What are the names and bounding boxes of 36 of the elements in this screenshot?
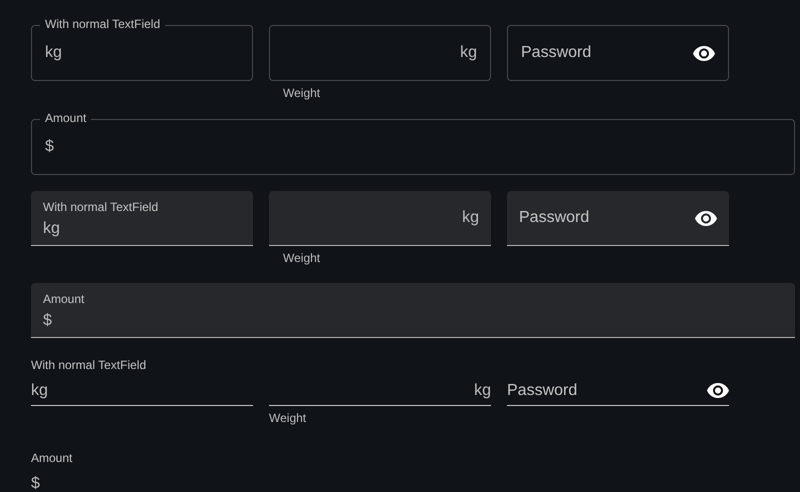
field-label: Amount — [31, 451, 72, 465]
field-label: With normal TextField — [43, 200, 158, 214]
unit-label: kg — [462, 208, 479, 228]
password-field[interactable]: Password — [507, 191, 729, 246]
helper-text: Weight — [283, 86, 320, 100]
field-label: With normal TextField — [31, 358, 146, 372]
unit-label: kg — [460, 43, 477, 63]
unit-label: kg — [43, 219, 60, 239]
input-field[interactable]: kg — [269, 191, 491, 246]
helper-text: Weight — [283, 251, 320, 265]
field-label: Password — [521, 43, 592, 63]
unit-label: kg — [31, 380, 48, 400]
input-field[interactable]: kg — [269, 17, 491, 81]
field-label: Amount — [43, 292, 84, 306]
unit-label: kg — [45, 43, 62, 63]
unit-label: kg — [474, 380, 491, 400]
unit-label: $ — [43, 311, 52, 331]
input-field[interactable]: kg — [269, 358, 491, 406]
input-field[interactable]: Amount $ — [31, 283, 795, 338]
unit-label: $ — [31, 474, 40, 492]
password-field[interactable]: Password — [507, 17, 729, 81]
input-field[interactable]: With normal TextField kg — [31, 191, 253, 246]
password-field[interactable]: Password — [507, 358, 729, 406]
field-label: Amount — [40, 111, 92, 125]
input-field[interactable]: Amount $ — [31, 111, 795, 175]
field-label: Password — [519, 208, 590, 228]
helper-text: Weight — [269, 411, 306, 425]
eye-icon[interactable] — [707, 382, 729, 398]
eye-icon[interactable] — [693, 45, 715, 61]
input-field[interactable]: With normal TextField kg — [31, 17, 253, 81]
field-label: With normal TextField — [40, 17, 166, 31]
eye-icon[interactable] — [695, 210, 717, 226]
input-field[interactable]: Amount $ — [31, 451, 795, 492]
unit-label: $ — [45, 137, 54, 157]
field-label: Password — [507, 380, 578, 400]
input-field[interactable]: With normal TextField kg — [31, 358, 253, 406]
